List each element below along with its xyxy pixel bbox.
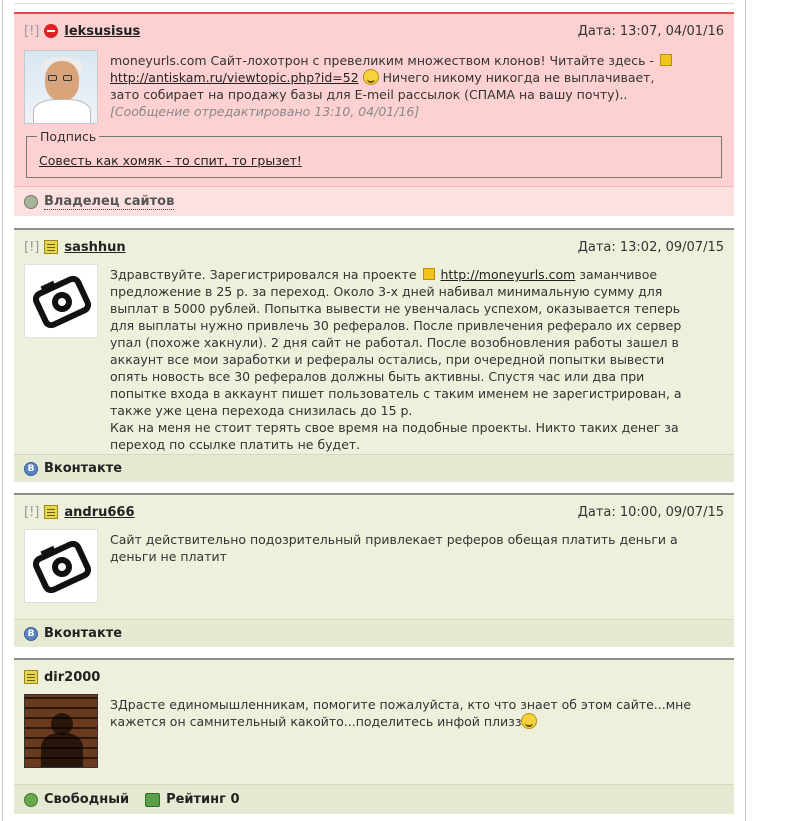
post-header: [!] andru666 Дата: 10:00, 09/07/15	[24, 503, 724, 521]
forum-post: [!] leksusisus Дата: 13:07, 04/01/16 mon…	[14, 12, 734, 216]
user-contact: B Вконтакте	[24, 461, 122, 476]
vk-icon: B	[24, 461, 38, 476]
message-text: выплат в 5000 рублей. Попытка вывести не…	[110, 301, 681, 316]
post-message: ЗДрасте единомышленникам, помогите пожал…	[110, 696, 720, 730]
user-status: Свободный Рейтинг 0	[24, 792, 240, 807]
post-header: dir2000	[24, 668, 724, 686]
owner-icon	[24, 195, 38, 209]
page-frame-right	[745, 0, 746, 821]
post-header: [!] leksusisus Дата: 13:07, 04/01/16	[24, 22, 724, 40]
post-date: Дата: 13:02, 09/07/15	[577, 239, 724, 255]
rating-icon	[145, 792, 161, 807]
forum-post: [!] sashhun Дата: 13:02, 09/07/15 Здравс…	[14, 228, 734, 482]
post-username[interactable]: sashhun	[64, 240, 125, 255]
forum-post: dir2000 ЗДрасте единомышленникам, помоги…	[14, 658, 734, 814]
forum-post: [!] andru666 Дата: 10:00, 09/07/15 Сайт …	[14, 493, 734, 647]
message-text: заманчивое	[579, 267, 658, 282]
post-date: Дата: 13:07, 04/01/16	[577, 23, 724, 39]
signature-box: Подпись Совесть как хомяк - то спит, то …	[26, 129, 722, 178]
avatar	[24, 264, 98, 338]
post-header: [!] sashhun Дата: 13:02, 09/07/15	[24, 238, 724, 256]
vk-link[interactable]: Вконтакте	[44, 461, 122, 476]
message-text: также уже цена перехода снизилась до 15 …	[110, 403, 413, 418]
message-text: аккаунт все мои заработки и рефералы ост…	[110, 352, 665, 367]
report-flag[interactable]: [!]	[24, 240, 39, 255]
post-username[interactable]: andru666	[64, 505, 134, 520]
external-link-icon[interactable]	[422, 268, 435, 280]
message-text: Сайт действительно подозрительный привле…	[110, 532, 678, 547]
user-status: Владелец сайтов	[24, 194, 175, 210]
message-text: Как на меня не стоит терять свое время н…	[110, 420, 679, 435]
user-status-label: Свободный	[44, 792, 130, 807]
user-rating: Рейтинг 0	[166, 792, 240, 807]
message-text: предложение в 25 р. за переход. Около 3-…	[110, 284, 663, 299]
top-divider	[14, 0, 734, 4]
message-text: Здравствуйте. Зарегистрировался на проек…	[110, 267, 417, 282]
signature-link[interactable]: Совесть как хомяк - то спит, то грызет!	[39, 153, 302, 168]
message-text: попытке входа в аккаунт пишет пользовате…	[110, 386, 682, 401]
vk-link[interactable]: Вконтакте	[44, 626, 122, 641]
vk-icon: B	[24, 626, 38, 641]
message-text: для выплаты нужно привлечь 30 рефералов.…	[110, 318, 682, 333]
post-link[interactable]: http://moneyurls.com	[441, 267, 576, 282]
message-text: Ничего никому никогда не выплачивает,	[382, 70, 655, 85]
avatar	[24, 694, 98, 768]
free-status-icon	[24, 792, 38, 807]
message-text: переход по ссылке платить не будет.	[110, 437, 361, 452]
post-link[interactable]: http://antiskam.ru/viewtopic.php?id=52	[110, 70, 359, 85]
user-status-label[interactable]: Владелец сайтов	[44, 194, 175, 210]
user-contact: B Вконтакте	[24, 626, 122, 641]
post-message: moneyurls.com Сайт-лохотрон с превеликим…	[110, 52, 720, 120]
message-text: кажется он самнительный какойто...подели…	[110, 714, 522, 729]
signature-legend: Подпись	[37, 129, 100, 144]
smiley-icon	[362, 69, 379, 85]
camera-icon	[32, 540, 92, 594]
smiley-icon	[521, 713, 538, 729]
post-date: Дата: 10:00, 09/07/15	[577, 504, 724, 520]
notepad-icon	[44, 505, 59, 519]
message-text: опять новость все 30 рефералов должны бы…	[110, 369, 645, 384]
camera-icon	[32, 275, 92, 329]
report-flag[interactable]: [!]	[24, 505, 39, 520]
message-text: moneyurls.com Сайт-лохотрон с превеликим…	[110, 53, 654, 68]
page-frame-left	[2, 0, 3, 821]
report-flag[interactable]: [!]	[24, 24, 39, 39]
avatar	[24, 50, 98, 124]
message-text: деньги не платит	[110, 549, 227, 564]
notepad-icon	[44, 240, 59, 254]
post-message: Здравствуйте. Зарегистрировался на проек…	[110, 266, 720, 453]
message-text: ЗДрасте единомышленникам, помогите пожал…	[110, 697, 692, 712]
external-link-icon[interactable]	[659, 54, 672, 66]
edited-note: [Сообщение отредактировано 13:10, 04/01/…	[110, 104, 420, 119]
post-message: Сайт действительно подозрительный привле…	[110, 531, 720, 565]
message-text: упал (похоже хакнули). 2 дня сайт не раб…	[110, 335, 679, 350]
post-username[interactable]: leksusisus	[64, 24, 140, 39]
message-text: зато собирает на продажу базы для E-meil…	[110, 87, 628, 102]
ban-icon	[44, 24, 59, 38]
post-username[interactable]: dir2000	[44, 670, 100, 685]
avatar	[24, 529, 98, 603]
notepad-icon	[24, 670, 38, 684]
